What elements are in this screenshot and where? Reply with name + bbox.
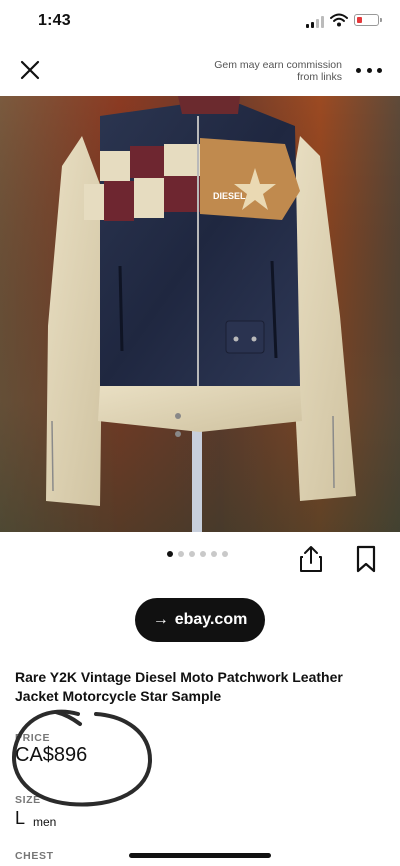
- price-value: CA$896: [15, 744, 88, 766]
- product-photo[interactable]: DIESEL: [0, 96, 400, 532]
- battery-level: [356, 16, 362, 23]
- commission-disclaimer: Gem may earn commission from links: [214, 59, 342, 83]
- carousel-dot[interactable]: [189, 551, 195, 557]
- carousel-row: [0, 536, 400, 580]
- signal-icon: [306, 16, 326, 28]
- bookmark-icon[interactable]: [352, 544, 380, 574]
- carousel-dot[interactable]: [167, 551, 173, 557]
- price-label: PRICE: [15, 732, 51, 744]
- brand-print: DIESEL: [213, 191, 246, 201]
- size-value: L: [15, 808, 26, 828]
- home-indicator: [129, 853, 271, 858]
- share-icon[interactable]: [296, 544, 326, 574]
- visit-source-button[interactable]: → ebay.com: [135, 598, 265, 642]
- top-bar: Gem may earn commission from links: [0, 44, 400, 96]
- size-label: SIZE: [15, 794, 41, 806]
- close-icon[interactable]: [16, 56, 44, 84]
- arrow-right-icon: →: [152, 611, 169, 628]
- source-label: ebay.com: [174, 611, 248, 628]
- wifi-icon: [330, 13, 348, 27]
- more-options-button[interactable]: [356, 60, 382, 80]
- battery-icon: [354, 14, 382, 26]
- status-time: 1:43: [38, 12, 71, 29]
- size-gender: men: [33, 815, 57, 829]
- carousel-dot[interactable]: [222, 551, 228, 557]
- chest-label: CHEST: [15, 850, 54, 862]
- carousel-dot[interactable]: [211, 551, 217, 557]
- product-title: Rare Y2K Vintage Diesel Moto Patchwork L…: [15, 669, 343, 704]
- carousel-dots[interactable]: [167, 551, 228, 557]
- status-bar: 1:43: [0, 0, 400, 44]
- carousel-dot[interactable]: [200, 551, 206, 557]
- carousel-dot[interactable]: [178, 551, 184, 557]
